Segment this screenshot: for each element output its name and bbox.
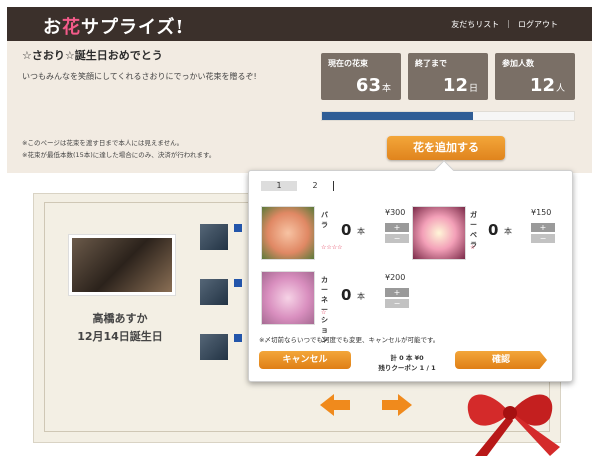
increment-button[interactable]: +: [385, 288, 409, 297]
quantity-unit: 本: [357, 227, 365, 236]
event-title: ☆さおり☆誕生日おめでとう: [22, 49, 163, 62]
page-1-tab[interactable]: 1: [261, 181, 297, 191]
carnation-image[interactable]: [261, 271, 315, 325]
nav-separator: |: [507, 19, 510, 28]
recipient-birthday: 12月14日誕生日: [77, 330, 163, 343]
flower-quantity: 0: [341, 221, 352, 239]
stat-value: 63本: [355, 75, 391, 96]
app-header: お花サプライズ! 友だちリスト | ログアウト: [7, 7, 592, 41]
stat-value: 12人: [529, 75, 565, 96]
stat-current-bouquet: 現在の花束 63本: [321, 53, 401, 100]
friends-list-link[interactable]: 友だちリスト: [451, 19, 499, 30]
event-notes: ※このページは花束を渡す日まで本人には見えません。 ※花束が最低本数(15本)に…: [22, 137, 215, 161]
rose-image[interactable]: [261, 206, 315, 260]
pager-divider: [333, 181, 334, 191]
event-banner: ☆さおり☆誕生日おめでとう いつもみんなを笑顔にしてくれるさおりにでっかい花束を…: [7, 41, 592, 173]
rating-stars: ☆: [470, 244, 476, 251]
order-summary: 計 0 本 ¥0 残りクーポン 1 / 1: [372, 353, 442, 373]
stat-days-left: 終了まで 12日: [408, 53, 488, 100]
top-nav: 友だちリスト | ログアウト: [451, 19, 558, 30]
total-amount: 計 0 本 ¥0: [390, 354, 424, 362]
prev-arrow-icon[interactable]: [320, 394, 350, 416]
logout-link[interactable]: ログアウト: [518, 19, 558, 30]
flower-pager: 1 2: [261, 181, 334, 191]
coupon-remaining: 残りクーポン 1 / 1: [378, 364, 436, 372]
flower-quantity: 0: [341, 286, 352, 304]
flower-price: ¥200: [385, 273, 406, 282]
participant-avatar[interactable]: [200, 279, 228, 305]
increment-button[interactable]: +: [531, 223, 555, 232]
recipient-name: 高橋あすか: [92, 312, 148, 325]
stat-value: 12日: [442, 75, 478, 96]
rating-stars: ☆☆☆☆: [321, 244, 343, 251]
flower-name: バラ: [321, 211, 328, 229]
change-policy-note: ※〆切前ならいつでも何度でも変更、キャンセルが可能です。: [259, 336, 440, 344]
progress-fill: [322, 112, 474, 120]
cancel-button[interactable]: キャンセル: [259, 351, 351, 369]
logo-suffix: サプライズ!: [81, 17, 185, 38]
stat-label: 現在の花束: [328, 59, 368, 68]
confirm-button[interactable]: 確認: [455, 351, 547, 369]
quantity-unit: 本: [504, 227, 512, 236]
rating-stars: ☆: [321, 309, 327, 316]
participant-link[interactable]: [234, 224, 242, 232]
ribbon-bow-icon: [467, 394, 560, 456]
logo-hana: 花: [62, 17, 81, 38]
decrement-button[interactable]: −: [531, 234, 555, 243]
flower-price: ¥150: [531, 208, 552, 217]
gerbera-image[interactable]: [412, 206, 466, 260]
stat-label: 終了まで: [415, 59, 447, 68]
logo-prefix: お: [43, 17, 62, 38]
note-payment: ※花束が最低本数(15本)に達した場合にのみ、決済が行われます。: [22, 151, 216, 159]
participant-link[interactable]: [234, 334, 242, 342]
decrement-button[interactable]: −: [385, 299, 409, 308]
quantity-unit: 本: [357, 292, 365, 301]
stat-participants: 参加人数 12人: [495, 53, 575, 100]
participant-avatar[interactable]: [200, 224, 228, 250]
flower-quantity: 0: [488, 221, 499, 239]
increment-button[interactable]: +: [385, 223, 409, 232]
participant-link[interactable]: [234, 279, 242, 287]
stat-label: 参加人数: [502, 59, 534, 68]
decrement-button[interactable]: −: [385, 234, 409, 243]
event-message: いつもみんなを笑顔にしてくれるさおりにでっかい花束を贈るぞ!: [22, 72, 257, 81]
logo[interactable]: お花サプライズ!: [43, 13, 184, 39]
participant-avatar[interactable]: [200, 334, 228, 360]
page-2-tab[interactable]: 2: [297, 181, 333, 191]
bouquet-progress-bar: [321, 111, 575, 121]
next-arrow-icon[interactable]: [382, 394, 412, 416]
note-visibility: ※このページは花束を渡す日まで本人には見えません。: [22, 139, 184, 147]
add-flower-button[interactable]: 花を追加する: [387, 136, 505, 160]
add-flower-popup: 1 2 バラ ¥300 0 本 + − ☆☆☆☆ ガーベラ ¥150 0 本 +…: [248, 160, 573, 382]
flower-price: ¥300: [385, 208, 406, 217]
recipient-photo: [68, 234, 176, 296]
